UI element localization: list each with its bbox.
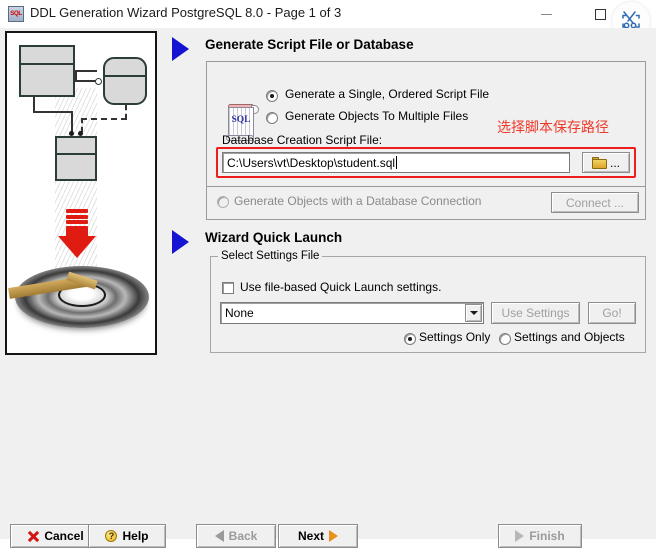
finish-button-label: Finish bbox=[529, 529, 565, 543]
wizard-footer: Cancel ? Help Back Next Finish bbox=[0, 490, 656, 548]
back-button-label: Back bbox=[228, 529, 258, 543]
finish-button[interactable]: Finish bbox=[498, 524, 582, 548]
wizard-dialog: Generate Script File or Database SQL Gen… bbox=[0, 28, 656, 548]
wizard-illustration bbox=[5, 31, 157, 355]
connector-line-5 bbox=[33, 111, 73, 113]
maximize-icon bbox=[594, 8, 606, 20]
help-button[interactable]: ? Help bbox=[88, 524, 166, 548]
minimize-icon bbox=[540, 13, 552, 15]
radio-settings-and-objects-label: Settings and Objects bbox=[514, 330, 625, 344]
dashed-line-horizontal bbox=[81, 118, 127, 120]
connector-line-1 bbox=[75, 70, 97, 72]
radio-generate-multiple[interactable] bbox=[266, 112, 278, 124]
connector-line-3 bbox=[75, 80, 97, 82]
connector-endpoint bbox=[95, 78, 102, 85]
connect-button[interactable]: Connect ... bbox=[551, 192, 639, 213]
use-file-settings-label: Use file-based Quick Launch settings. bbox=[240, 280, 442, 294]
radio-generate-connection-label: Generate Objects with a Database Connect… bbox=[234, 194, 482, 208]
dashed-line-vertical-2 bbox=[81, 118, 83, 132]
section-1-heading: Generate Script File or Database bbox=[205, 37, 414, 52]
window-title: DDL Generation Wizard PostgreSQL 8.0 - P… bbox=[30, 5, 342, 20]
dashed-line-vertical bbox=[125, 105, 127, 119]
use-settings-button[interactable]: Use Settings bbox=[491, 302, 580, 324]
radio-settings-and-objects[interactable] bbox=[499, 333, 511, 345]
script-file-label: Database Creation Script File: bbox=[222, 133, 383, 147]
script-path-value: C:\Users\vt\Desktop\student.sql bbox=[227, 155, 396, 170]
use-file-settings-checkbox[interactable] bbox=[222, 282, 234, 294]
minimize-button[interactable] bbox=[524, 0, 568, 28]
cancel-icon bbox=[28, 531, 39, 542]
script-path-input[interactable]: C:\Users\vt\Desktop\student.sql bbox=[222, 152, 570, 173]
annotation-text: 选择脚本保存路径 bbox=[497, 120, 609, 136]
finish-icon bbox=[515, 530, 525, 542]
settings-file-combo[interactable]: None bbox=[220, 302, 484, 324]
radio-settings-only-label: Settings Only bbox=[419, 330, 491, 344]
cancel-button-label: Cancel bbox=[44, 529, 84, 543]
window-titlebar: SQL DDL Generation Wizard PostgreSQL 8.0… bbox=[0, 0, 656, 40]
next-button-label: Next bbox=[297, 529, 324, 543]
arrow-left-icon bbox=[214, 530, 224, 542]
browse-file-button[interactable]: ... bbox=[582, 152, 630, 173]
radio-generate-single[interactable] bbox=[266, 90, 278, 102]
entity-box-1 bbox=[19, 45, 75, 97]
section-marker-2-icon bbox=[172, 230, 189, 254]
settings-file-combo-value: None bbox=[225, 306, 254, 320]
go-button[interactable]: Go! bbox=[588, 302, 636, 324]
red-arrow-head bbox=[58, 236, 96, 258]
radio-generate-single-label: Generate a Single, Ordered Script File bbox=[285, 87, 490, 101]
radio-generate-multiple-label: Generate Objects To Multiple Files bbox=[285, 109, 469, 123]
entity-box-3 bbox=[55, 136, 97, 181]
app-icon-label: SQL bbox=[10, 11, 22, 17]
back-button[interactable]: Back bbox=[196, 524, 276, 548]
folder-icon bbox=[591, 156, 607, 169]
help-button-label: Help bbox=[122, 529, 149, 543]
radio-generate-connection[interactable] bbox=[217, 196, 229, 208]
text-caret bbox=[396, 156, 398, 169]
browse-button-label: ... bbox=[609, 155, 620, 170]
entity-box-2 bbox=[103, 57, 147, 105]
next-button[interactable]: Next bbox=[278, 524, 358, 548]
help-icon: ? bbox=[105, 530, 118, 542]
section-2-heading: Wizard Quick Launch bbox=[205, 230, 343, 245]
radio-settings-only[interactable] bbox=[404, 333, 416, 345]
settings-file-group-label: Select Settings File bbox=[218, 250, 323, 262]
section-marker-1-icon bbox=[172, 37, 189, 61]
chevron-down-icon[interactable] bbox=[465, 304, 482, 322]
connector-line-6 bbox=[71, 111, 73, 133]
red-arrow-segments bbox=[66, 209, 88, 231]
arrow-right-icon bbox=[329, 530, 338, 542]
app-icon: SQL bbox=[8, 6, 24, 22]
